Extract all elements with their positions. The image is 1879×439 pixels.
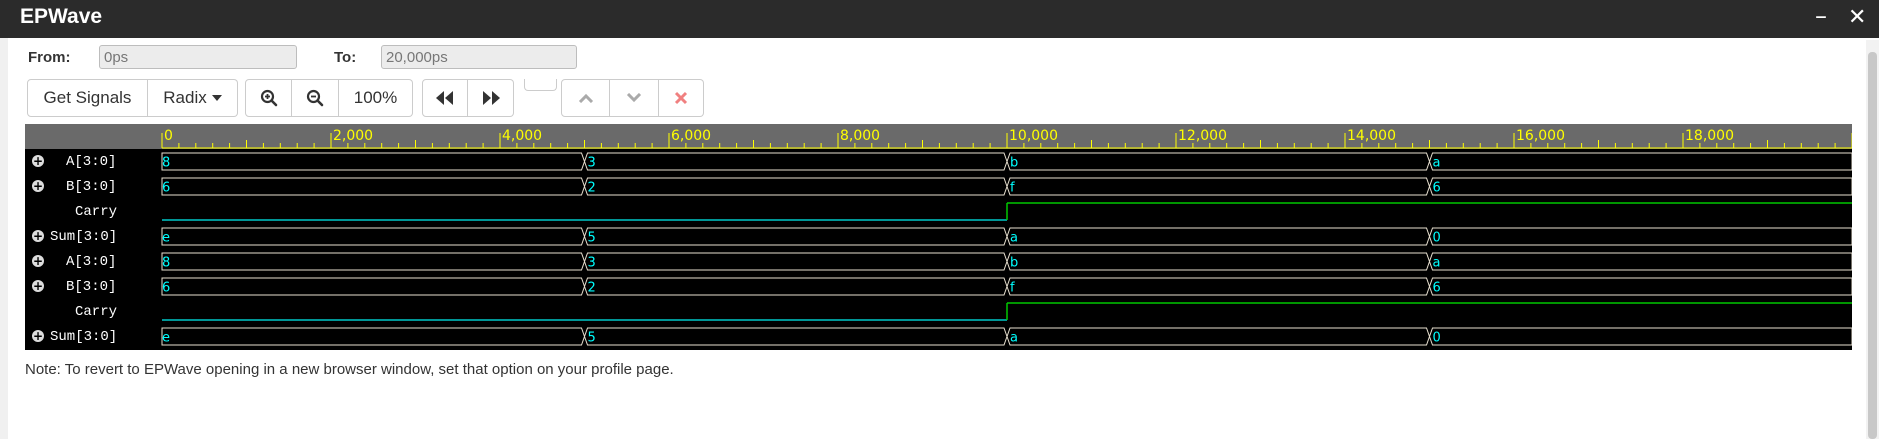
bus-value-label: 3: [588, 156, 596, 171]
zoom-in-icon: [260, 89, 277, 107]
bus-segment: [584, 252, 1008, 271]
bus-segment: [1006, 277, 1430, 296]
signal-trace: [162, 302, 1852, 321]
bus-value-label: f: [1010, 181, 1015, 196]
bus-segment: [584, 327, 1008, 346]
signal-order-button-group: [561, 79, 704, 117]
bus-value-label: a: [1010, 231, 1018, 246]
navigate-button-group: [422, 79, 514, 117]
bus-segment: [1006, 152, 1430, 171]
close-window-icon[interactable]: ✕: [1848, 4, 1866, 32]
to-label: To:: [334, 49, 357, 66]
radix-dropdown[interactable]: Radix: [148, 79, 238, 117]
bus-value-label: 3: [588, 256, 596, 271]
bus-value-label: 5: [588, 231, 596, 246]
bus-segment: [1006, 227, 1430, 246]
signal-trace: [162, 202, 1852, 221]
bus-segment: [584, 277, 1008, 296]
zoom-in-button[interactable]: [245, 79, 292, 117]
signals-button-group: Get Signals Radix: [27, 79, 238, 117]
zoom-button-group: 100%: [245, 79, 413, 117]
signal-trace: 6 2 f 6: [161, 177, 1852, 196]
bus-value-label: 5: [588, 331, 596, 346]
get-signals-button[interactable]: Get Signals: [27, 79, 148, 117]
bus-segment: [1006, 327, 1430, 346]
bus-value-label: 6: [1433, 281, 1441, 296]
waveform-viewer[interactable]: 0 2,000 4,000 6,000 8,000 10,000 12,000 14,000 1…: [25, 124, 1852, 350]
from-label: From:: [28, 49, 71, 66]
bus-value-label: b: [1010, 156, 1018, 171]
bus-value-label: 0: [1433, 331, 1441, 346]
bus-value-label: e: [162, 331, 170, 346]
title-bar: EPWave – ✕: [0, 0, 1879, 38]
bus-segment: [161, 227, 585, 246]
bus-value-label: 6: [162, 181, 170, 196]
to-input[interactable]: 20,000ps: [381, 45, 577, 69]
bus-segment: [1429, 277, 1852, 296]
bus-value-label: 8: [162, 256, 170, 271]
signal-trace: 8 3 b a: [161, 252, 1852, 271]
bus-value-label: a: [1010, 331, 1018, 346]
move-down-button[interactable]: [610, 79, 659, 117]
bus-value-label: e: [162, 231, 170, 246]
bus-segment: [584, 227, 1008, 246]
signal-trace: e 5 a 0: [161, 327, 1852, 346]
bus-segment: [161, 177, 585, 196]
bus-value-label: 0: [1433, 231, 1441, 246]
zoom-out-icon: [306, 89, 324, 107]
bus-value-label: 6: [1433, 181, 1441, 196]
zoom-level-button[interactable]: 100%: [339, 79, 413, 117]
close-icon: [674, 91, 688, 105]
move-up-button[interactable]: [561, 79, 610, 117]
bus-value-label: 8: [162, 156, 170, 171]
bus-segment: [584, 177, 1008, 196]
bus-value-label: a: [1433, 156, 1441, 171]
caret-down-icon: [211, 95, 222, 101]
get-signals-label: Get Signals: [43, 88, 132, 107]
delete-signal-button[interactable]: [659, 79, 704, 117]
signal-trace: 6 2 f 6: [161, 277, 1852, 296]
chevron-down-icon: [626, 93, 642, 103]
signal-trace: 8 3 b a: [161, 152, 1852, 171]
minimize-icon[interactable]: –: [1815, 2, 1827, 30]
bus-segment: [1429, 227, 1852, 246]
radix-label: Radix: [163, 88, 207, 107]
zoom-level-label: 100%: [353, 88, 398, 107]
bus-value-label: 2: [588, 281, 596, 296]
bus-value-label: a: [1433, 256, 1441, 271]
bus-segment: [1429, 327, 1852, 346]
from-input[interactable]: 0ps: [99, 45, 297, 69]
bus-segment: [1429, 177, 1852, 196]
scrollbar-thumb[interactable]: [1868, 52, 1877, 439]
bus-value-label: f: [1010, 281, 1015, 296]
bus-segment: [1429, 152, 1852, 171]
zoom-out-button[interactable]: [292, 79, 339, 117]
bus-segment: [1006, 252, 1430, 271]
bus-value-label: b: [1010, 256, 1018, 271]
signal-trace: e 5 a 0: [161, 227, 1852, 246]
bus-segment: [1006, 177, 1430, 196]
fast-forward-icon: [482, 91, 500, 105]
bus-segment: [161, 152, 585, 171]
bus-segment: [161, 327, 585, 346]
bus-segment: [1429, 252, 1852, 271]
window-title: EPWave: [20, 5, 103, 28]
bus-segment: [161, 277, 585, 296]
bus-segment: [161, 252, 585, 271]
left-edge: [0, 38, 8, 439]
fast-forward-button[interactable]: [468, 79, 514, 117]
empty-button[interactable]: [524, 79, 557, 91]
waveform-svg: 8 3 b a6 2 f 6e 5 a 08 3 b a6 2 f 6e 5 a 0: [161, 152, 1852, 346]
rewind-icon: [436, 91, 453, 105]
bus-value-label: 6: [162, 281, 170, 296]
chevron-up-icon: [578, 93, 593, 103]
bus-value-label: 2: [588, 181, 596, 196]
bus-segment: [584, 152, 1008, 171]
note-text: Note: To revert to EPWave opening in a n…: [25, 361, 674, 378]
rewind-button[interactable]: [422, 79, 468, 117]
